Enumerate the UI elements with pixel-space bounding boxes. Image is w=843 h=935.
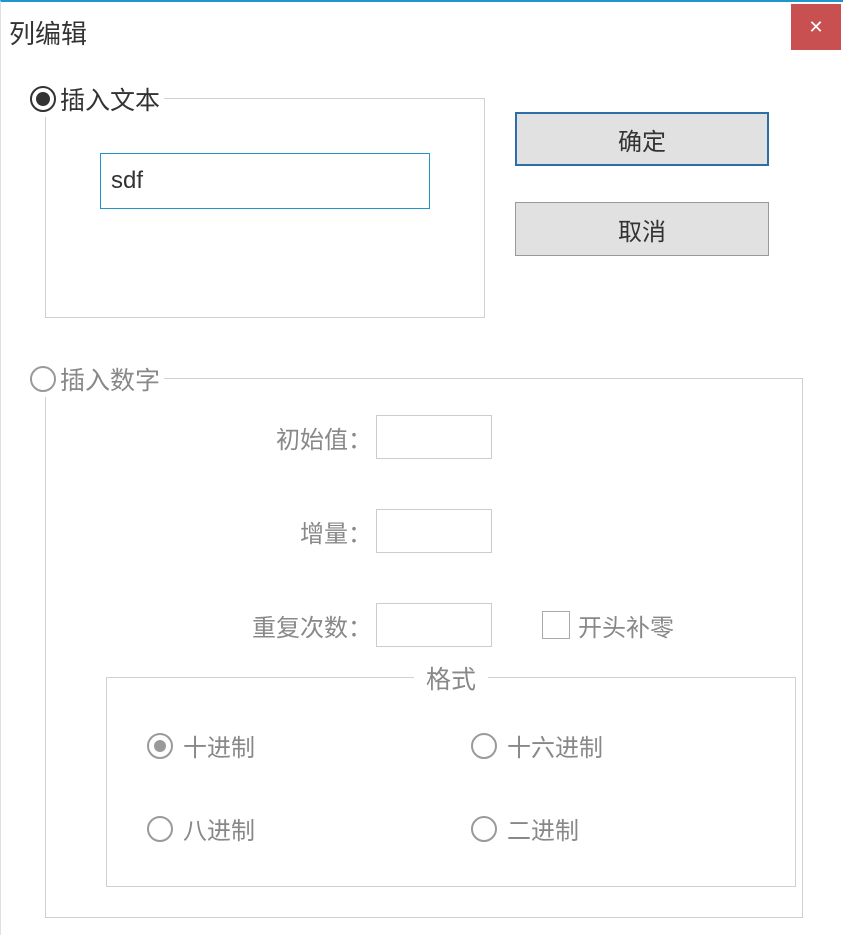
format-label-hex: 十六进制 xyxy=(507,728,603,763)
cancel-button[interactable]: 取消 xyxy=(515,202,769,256)
format-option-oct[interactable]: 八进制 xyxy=(147,811,431,846)
insert-number-label: 插入数字 xyxy=(60,361,160,397)
repeat-input[interactable] xyxy=(376,603,492,647)
format-option-hex[interactable]: 十六进制 xyxy=(471,728,755,763)
repeat-row: 重复次数： 开头补零 xyxy=(76,603,772,647)
ok-button[interactable]: 确定 xyxy=(515,112,769,166)
increment-row: 增量： xyxy=(76,509,772,553)
insert-text-legend: 插入文本 xyxy=(30,81,164,117)
titlebar: 列编辑 ✕ xyxy=(1,2,843,58)
leading-zero-wrap: 开头补零 xyxy=(542,608,674,643)
format-label-bin: 二进制 xyxy=(507,811,579,846)
dialog-window: 列编辑 ✕ 插入文本 确定 取消 xyxy=(0,0,843,935)
format-radio-bin[interactable] xyxy=(471,816,497,842)
insert-text-group: 插入文本 xyxy=(45,98,485,318)
initial-value-label: 初始值： xyxy=(76,420,376,455)
close-icon: ✕ xyxy=(808,17,823,38)
leading-zero-checkbox[interactable] xyxy=(542,611,570,639)
format-radio-dec[interactable] xyxy=(147,733,173,759)
insert-number-group: 插入数字 初始值： 增量： 重复次数： 开头补零 格式 xyxy=(45,378,803,918)
top-row: 插入文本 确定 取消 xyxy=(31,98,813,318)
ok-button-label: 确定 xyxy=(618,122,666,157)
leading-zero-label: 开头补零 xyxy=(578,608,674,643)
insert-number-legend: 插入数字 xyxy=(30,361,164,397)
format-label-oct: 八进制 xyxy=(183,811,255,846)
cancel-button-label: 取消 xyxy=(618,212,666,247)
format-option-bin[interactable]: 二进制 xyxy=(471,811,755,846)
format-radio-hex[interactable] xyxy=(471,733,497,759)
insert-text-radio[interactable] xyxy=(30,86,56,112)
window-title: 列编辑 xyxy=(1,2,87,51)
format-radio-oct[interactable] xyxy=(147,816,173,842)
repeat-label: 重复次数： xyxy=(76,608,376,643)
format-group: 格式 十进制 十六进制 八进制 xyxy=(106,677,796,887)
insert-text-input[interactable] xyxy=(100,153,430,209)
dialog-content: 插入文本 确定 取消 插入数字 初始值： xyxy=(1,58,843,918)
format-option-dec[interactable]: 十进制 xyxy=(147,728,431,763)
increment-label: 增量： xyxy=(76,514,376,549)
initial-value-input[interactable] xyxy=(376,415,492,459)
insert-number-radio[interactable] xyxy=(30,366,56,392)
action-buttons: 确定 取消 xyxy=(515,112,769,256)
initial-value-row: 初始值： xyxy=(76,415,772,459)
insert-text-label: 插入文本 xyxy=(60,81,160,117)
format-label-dec: 十进制 xyxy=(183,728,255,763)
close-button[interactable]: ✕ xyxy=(791,4,841,50)
format-legend: 格式 xyxy=(414,660,488,696)
increment-input[interactable] xyxy=(376,509,492,553)
radio-selected-icon xyxy=(36,92,50,106)
format-options: 十进制 十六进制 八进制 二进制 xyxy=(147,728,755,846)
radio-selected-icon xyxy=(154,740,166,752)
